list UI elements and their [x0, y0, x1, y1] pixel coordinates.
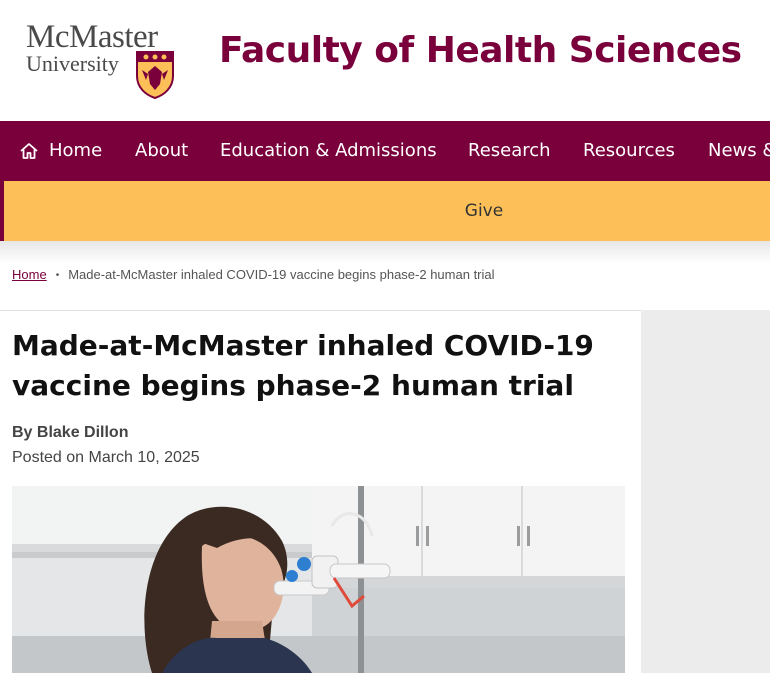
header-shadow — [0, 241, 770, 263]
breadcrumb-separator: • — [55, 270, 60, 281]
content-divider — [0, 310, 641, 311]
breadcrumb-home-link[interactable]: Home — [12, 267, 47, 282]
article-byline: By Blake Dillon — [12, 424, 129, 441]
nav-item-education-admissions[interactable]: Education & Admissions — [220, 121, 437, 181]
nav-item-research[interactable]: Research — [468, 121, 551, 181]
home-icon[interactable] — [19, 141, 39, 161]
breadcrumb-current: Made-at-McMaster inhaled COVID-19 vaccin… — [68, 267, 495, 282]
lab-photo-illustration — [12, 486, 625, 673]
give-bar: Give — [0, 181, 770, 241]
article-photo — [12, 486, 625, 673]
article-title: Made-at-McMaster inhaled COVID-19 vaccin… — [12, 329, 594, 402]
site-header: McMaster University Faculty of Health Sc… — [0, 0, 770, 121]
logo-wordmark-line2: University — [26, 51, 119, 76]
logo-wordmark-line1: McMaster — [26, 19, 158, 55]
article-date: Posted on March 10, 2025 — [12, 449, 200, 466]
mcmaster-logo[interactable]: McMaster University — [24, 20, 184, 102]
crest-icon — [136, 51, 174, 100]
nav-item-resources[interactable]: Resources — [583, 121, 675, 181]
breadcrumb: Home • Made-at-McMaster inhaled COVID-19 v… — [12, 267, 495, 282]
nav-item-home[interactable]: Home — [49, 121, 102, 181]
nav-item-about[interactable]: About — [135, 121, 188, 181]
give-link[interactable]: Give — [4, 181, 770, 241]
site-title[interactable]: Faculty of Health Sciences — [219, 30, 742, 71]
sidebar-area — [641, 310, 770, 673]
nav-item-news[interactable]: News & — [708, 121, 770, 181]
main-navigation: Home About Education & Admissions Resear… — [0, 121, 770, 181]
